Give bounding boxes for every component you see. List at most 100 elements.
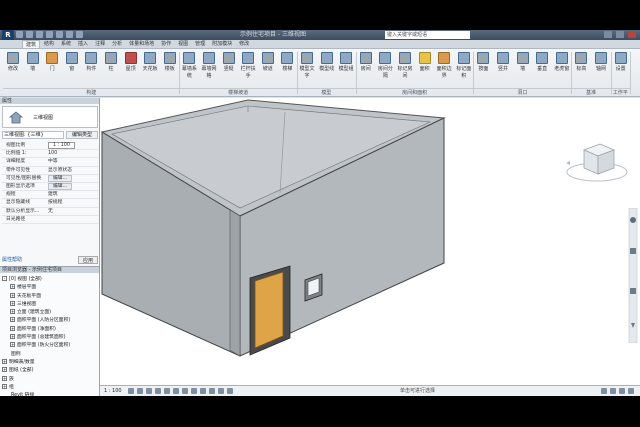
visual-style-icon[interactable] [137, 388, 143, 394]
door-panel[interactable] [254, 271, 284, 349]
lock-view-icon[interactable] [191, 388, 197, 394]
property-value[interactable]: 无 [46, 208, 98, 215]
property-value[interactable]: 显示原状态 [46, 167, 98, 174]
ribbon-button-28[interactable]: 老虎窗 [553, 52, 571, 72]
browser-tree-item[interactable]: + 面积平面 (总建筑面积) [2, 334, 98, 342]
search-input[interactable]: 键入关键字或短语 [385, 31, 470, 39]
ribbon-button-10[interactable]: 幕墙网格 [200, 52, 218, 79]
ribbon-button-19[interactable]: 房间分隔 [376, 52, 394, 79]
detail-level-icon[interactable] [128, 388, 134, 394]
ribbon-button-31[interactable]: 设置 [612, 52, 630, 72]
expand-icon[interactable]: + [10, 309, 15, 315]
ribbon-button-4[interactable]: 构件 [82, 52, 100, 72]
edit-type-button[interactable]: 编辑类型 [66, 131, 98, 139]
expand-icon[interactable]: + [2, 375, 7, 381]
ribbon-button-7[interactable]: 天花板 [141, 52, 159, 72]
browser-tree-item[interactable]: + 图纸 (全部) [2, 367, 98, 375]
expand-icon[interactable]: + [10, 317, 15, 323]
navigation-bar[interactable] [628, 207, 638, 344]
ribbon-button-11[interactable]: 竖梃 [220, 52, 238, 72]
ribbon-button-22[interactable]: 面积边界 [435, 52, 453, 79]
property-value[interactable]: 中等 [46, 158, 98, 165]
open-icon[interactable] [16, 31, 23, 38]
building-model[interactable] [100, 98, 640, 385]
browser-tree-item[interactable]: - [0] 视图 (全部) [2, 276, 98, 284]
browser-tree-item[interactable]: + 明细表/数量 [2, 358, 98, 367]
select-links-icon[interactable] [619, 388, 625, 394]
property-value[interactable] [46, 216, 98, 223]
tab-2[interactable]: 系统 [58, 40, 74, 48]
ribbon-button-8[interactable]: 楼板 [161, 52, 179, 72]
ribbon-button-6[interactable]: 屋顶 [122, 52, 140, 72]
ribbon-button-5[interactable]: 柱 [102, 52, 120, 72]
crop-view-icon[interactable] [173, 388, 179, 394]
highlight-icon[interactable] [227, 388, 233, 394]
analysis-icon[interactable] [218, 388, 224, 394]
tab-1[interactable]: 结构 [41, 40, 57, 48]
tab-5[interactable]: 分析 [109, 40, 125, 48]
ribbon-button-17[interactable]: 模型组 [337, 52, 355, 72]
expand-icon[interactable]: + [10, 325, 15, 331]
redo-icon[interactable] [46, 31, 53, 38]
design-options-icon[interactable] [610, 388, 616, 394]
view-cube[interactable] [562, 128, 632, 188]
ribbon-button-13[interactable]: 坡道 [259, 52, 277, 72]
browser-tree-item[interactable]: + 族 [2, 375, 98, 384]
view-scale[interactable]: 1 : 100 [104, 387, 122, 395]
render-icon[interactable] [164, 388, 170, 394]
temp-hide-icon[interactable] [200, 388, 206, 394]
ribbon-button-25[interactable]: 竖井 [494, 52, 512, 72]
expand-icon[interactable]: + [2, 358, 7, 364]
3d-view-icon[interactable] [76, 31, 83, 38]
browser-tree-item[interactable]: + 楼层平面 [2, 284, 98, 292]
browser-tree-item[interactable]: + 立面 (建筑立面) [2, 309, 98, 317]
tab-10[interactable]: 附加模块 [209, 40, 235, 48]
ribbon-button-0[interactable]: 修改 [4, 52, 22, 72]
property-value[interactable]: 建筑 [46, 191, 98, 198]
ribbon-button-2[interactable]: 门 [43, 52, 61, 72]
ribbon-button-23[interactable]: 标记面积 [455, 52, 473, 79]
reveal-hidden-icon[interactable] [209, 388, 215, 394]
property-value[interactable]: 编辑... [46, 174, 98, 182]
expand-icon[interactable]: + [10, 292, 15, 298]
app-logo[interactable]: R [2, 30, 14, 40]
property-value[interactable]: 100 [46, 150, 98, 157]
browser-tree-item[interactable]: + 面积平面 (防火分区面积) [2, 342, 98, 350]
tab-11[interactable]: 修改 [236, 40, 252, 48]
tab-8[interactable]: 视图 [175, 40, 191, 48]
measure-icon[interactable] [56, 31, 63, 38]
filter-icon[interactable] [628, 388, 634, 394]
expand-icon[interactable]: + [2, 367, 7, 373]
sun-path-icon[interactable] [146, 388, 152, 394]
ribbon-button-18[interactable]: 房间 [357, 52, 375, 72]
expand-icon[interactable]: + [10, 342, 15, 348]
ribbon-button-24[interactable]: 按面 [474, 52, 492, 72]
ribbon-button-3[interactable]: 窗 [63, 52, 81, 72]
ribbon-button-27[interactable]: 垂直 [533, 52, 551, 72]
ribbon-button-30[interactable]: 轴网 [592, 52, 610, 72]
browser-tree-item[interactable]: + 天花板平面 [2, 292, 98, 301]
expand-icon[interactable]: + [10, 300, 15, 306]
property-value[interactable]: 1 : 100 [46, 142, 98, 149]
browser-tree-item[interactable]: + 组 [2, 383, 98, 392]
browser-tree-item[interactable]: + 三维视图 [2, 300, 98, 309]
expand-icon[interactable]: + [10, 284, 15, 290]
maximize-icon[interactable] [616, 31, 624, 38]
type-selector[interactable]: 三维视图 [2, 106, 98, 128]
tab-6[interactable]: 体量和场地 [126, 40, 157, 48]
ribbon-button-29[interactable]: 标高 [572, 52, 590, 72]
property-value[interactable]: 按规程 [46, 199, 98, 206]
ribbon-button-9[interactable]: 幕墙系统 [180, 52, 198, 79]
expand-icon[interactable]: + [2, 383, 7, 389]
worksets-icon[interactable] [601, 388, 607, 394]
ribbon-button-20[interactable]: 标记房间 [396, 52, 414, 79]
tab-3[interactable]: 插入 [75, 40, 91, 48]
properties-help-link[interactable]: 属性帮助 [2, 256, 22, 264]
ribbon-button-21[interactable]: 面积 [416, 52, 434, 72]
tab-0[interactable]: 建筑 [22, 40, 41, 48]
ribbon-button-16[interactable]: 模型线 [318, 52, 336, 72]
ribbon-button-14[interactable]: 楼梯 [278, 52, 296, 72]
minimize-icon[interactable] [604, 31, 612, 38]
property-value[interactable]: 编辑... [46, 182, 98, 190]
browser-tree-item[interactable]: + 面积平面 (人防分区面积) [2, 317, 98, 325]
